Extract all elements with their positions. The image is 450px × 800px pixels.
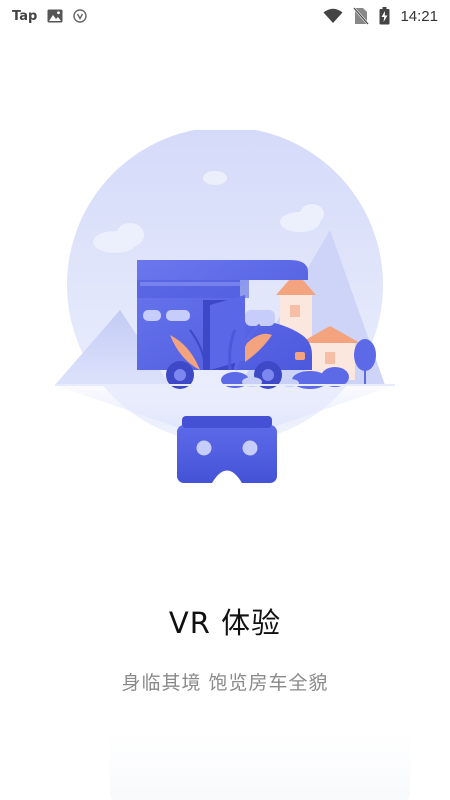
shield-icon [73,9,87,23]
wifi-icon [323,8,343,24]
status-app-label: Tap [12,8,38,24]
page-subtitle: 身临其境 饱览房车全貌 [121,672,329,694]
no-sim-icon [353,7,370,25]
bottom-fade-decoration [110,730,410,800]
battery-charging-icon [379,7,390,25]
image-icon [47,9,63,23]
status-right: 14:21 [323,7,438,25]
onboarding-screen: Tap 14:21 VR 体验 身临其境 饱览房车全貌 [0,0,450,800]
status-bar: Tap 14:21 [0,0,450,32]
status-left: Tap [12,9,87,24]
vr-camper-van-illustration [40,127,410,500]
page-title: VR 体验 [168,606,282,640]
status-time: 14:21 [400,7,438,25]
